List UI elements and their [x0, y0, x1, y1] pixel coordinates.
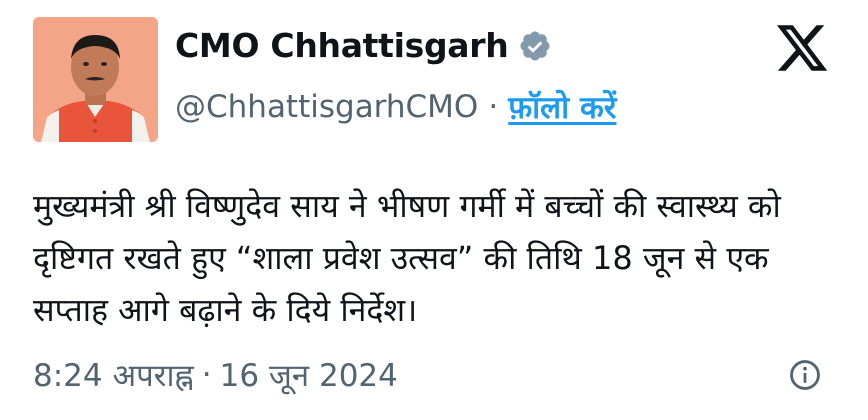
profile-photo — [33, 17, 158, 142]
author-name-row: CMO Chhattisgarh — [175, 26, 552, 65]
tweet-card: CMO Chhattisgarh @ChhattisgarhCMO · फ़ॉल… — [0, 0, 868, 420]
x-logo-icon[interactable] — [774, 20, 830, 76]
handle[interactable]: @ChhattisgarhCMO — [175, 89, 478, 125]
meta-separator: · — [201, 357, 212, 393]
display-name[interactable]: CMO Chhattisgarh — [175, 26, 509, 65]
author-handle-row: @ChhattisgarhCMO · फ़ॉलो करें — [175, 86, 616, 128]
separator-dot: · — [488, 89, 499, 125]
tweet-time[interactable]: 8:24 अपराह्न — [33, 354, 194, 396]
follow-link[interactable]: फ़ॉलो करें — [508, 86, 616, 128]
tweet-meta: 8:24 अपराह्न · 16 जून 2024 — [33, 354, 398, 396]
avatar[interactable] — [33, 17, 158, 142]
verified-badge-icon — [518, 29, 552, 63]
tweet-date[interactable]: 16 जून 2024 — [220, 354, 398, 396]
tweet-text: मुख्यमंत्री श्री विष्णुदेव साय ने भीषण ग… — [33, 187, 781, 329]
info-icon[interactable] — [788, 358, 822, 392]
